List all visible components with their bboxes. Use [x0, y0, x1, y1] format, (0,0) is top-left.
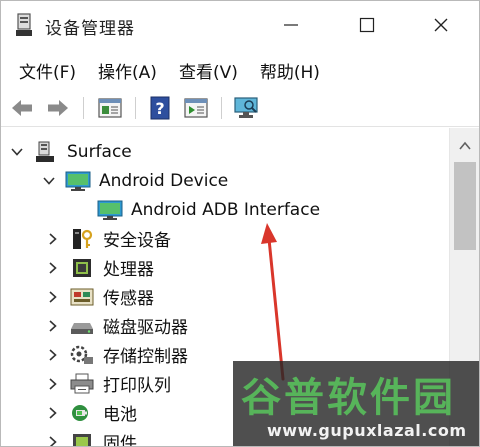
menu-file[interactable]: 文件(F) — [19, 58, 76, 83]
tree-item-security-devices[interactable]: 安全设备 — [45, 224, 171, 253]
tree-item-batteries[interactable]: 电池 — [45, 398, 137, 427]
chevron-right-icon[interactable] — [45, 405, 61, 421]
title-bar[interactable]: 设备管理器 — [1, 1, 479, 51]
run-icon[interactable] — [183, 95, 209, 121]
tree-item-label: 固件 — [103, 434, 137, 447]
device-manager-icon — [15, 13, 33, 37]
svg-text:?: ? — [155, 99, 164, 118]
scroll-up-arrow-icon[interactable] — [450, 134, 479, 158]
tree-item-sensors[interactable]: 传感器 — [45, 282, 154, 311]
processor-chip-icon — [69, 257, 95, 279]
close-icon[interactable] — [421, 7, 461, 43]
tree-item-android-adb-interface[interactable]: Android ADB Interface — [97, 195, 320, 224]
watermark-title: 谷普软件园 — [241, 375, 456, 421]
toolbar: ? — [1, 89, 479, 127]
scroll-thumb[interactable] — [454, 162, 476, 250]
toolbar-separator — [135, 97, 136, 119]
tree-root-surface[interactable]: Surface — [9, 137, 132, 166]
monitor-icon — [65, 170, 91, 192]
chevron-right-icon[interactable] — [45, 376, 61, 392]
device-manager-window: 设备管理器 文件(F) 操作(A) 查看(V) 帮助(H) ? Surface … — [0, 0, 480, 447]
tree-item-android-device[interactable]: Android Device — [41, 166, 228, 195]
tree-item-label: 传感器 — [103, 289, 154, 309]
printer-icon — [69, 373, 95, 395]
forward-arrow-icon[interactable] — [45, 95, 71, 121]
menu-bar: 文件(F) 操作(A) 查看(V) 帮助(H) — [1, 51, 479, 89]
menu-view[interactable]: 查看(V) — [179, 58, 238, 83]
computer-icon — [33, 141, 59, 163]
tree-item-label: 打印队列 — [103, 376, 171, 396]
properties-pane-icon[interactable] — [97, 95, 123, 121]
help-icon[interactable]: ? — [147, 95, 173, 121]
toolbar-separator — [221, 97, 222, 119]
security-key-icon — [69, 228, 95, 250]
chevron-right-icon[interactable] — [45, 231, 61, 247]
chevron-right-icon[interactable] — [45, 347, 61, 363]
tree-item-disk-drives[interactable]: 磁盘驱动器 — [45, 311, 188, 340]
chevron-right-icon[interactable] — [45, 289, 61, 305]
firmware-icon — [69, 431, 95, 446]
storage-controller-icon — [69, 344, 95, 366]
tree-item-label: Android ADB Interface — [131, 199, 321, 220]
tree-item-print-queues[interactable]: 打印队列 — [45, 369, 171, 398]
chevron-right-icon[interactable] — [45, 260, 61, 276]
back-arrow-icon[interactable] — [9, 95, 35, 121]
chevron-right-icon[interactable] — [45, 434, 61, 446]
minimize-icon[interactable] — [271, 7, 311, 43]
chevron-down-icon[interactable] — [9, 144, 25, 160]
toolbar-separator — [83, 97, 84, 119]
tree-item-label: 处理器 — [103, 260, 154, 280]
tree-root-label: Surface — [67, 141, 132, 162]
tree-item-label: 安全设备 — [103, 231, 171, 251]
watermark-url: www.gupuxlazal.com — [267, 421, 467, 440]
sensor-icon — [69, 286, 95, 308]
battery-icon — [69, 402, 95, 424]
window-title: 设备管理器 — [45, 19, 135, 39]
tree-item-storage-controllers[interactable]: 存储控制器 — [45, 340, 188, 369]
tree-item-label: 存储控制器 — [103, 347, 188, 367]
disk-drive-icon — [69, 315, 95, 337]
watermark-logo: 谷普软件园 www.gupuxlazal.com — [233, 361, 479, 446]
menu-help[interactable]: 帮助(H) — [260, 58, 320, 83]
tree-item-label: 磁盘驱动器 — [103, 318, 188, 338]
tree-item-processors[interactable]: 处理器 — [45, 253, 154, 282]
maximize-icon[interactable] — [347, 7, 387, 43]
chevron-down-icon[interactable] — [41, 173, 57, 189]
scan-hardware-icon[interactable] — [233, 95, 259, 121]
tree-item-label: 电池 — [103, 405, 137, 425]
chevron-right-icon[interactable] — [45, 318, 61, 334]
tree-item-label: Android Device — [99, 170, 229, 191]
menu-action[interactable]: 操作(A) — [98, 58, 157, 83]
tree-item-firmware[interactable]: 固件 — [45, 427, 137, 447]
monitor-icon — [97, 199, 123, 221]
